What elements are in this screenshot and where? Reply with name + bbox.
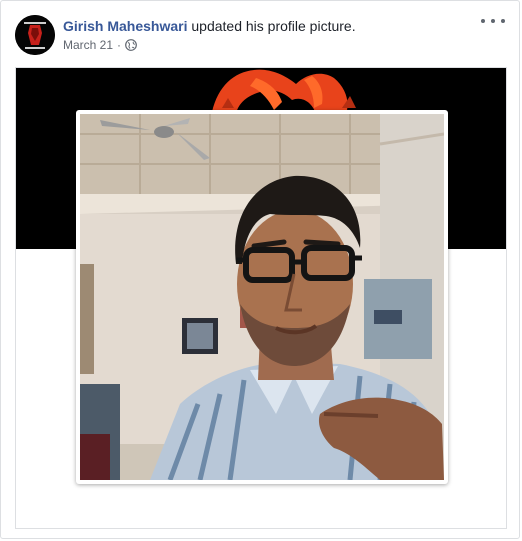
more-dot <box>481 19 485 23</box>
profile-photo <box>80 114 444 480</box>
post-action-text: updated his profile picture. <box>191 18 356 34</box>
more-dot <box>491 19 495 23</box>
author-name-link[interactable]: Girish Maheshwari <box>63 18 187 34</box>
more-options-icon[interactable] <box>481 13 505 29</box>
meta-separator: · <box>117 38 122 52</box>
profile-photo-image <box>80 114 444 480</box>
post-headline: Girish Maheshwari updated his profile pi… <box>63 17 356 35</box>
feed-post: Girish Maheshwari updated his profile pi… <box>0 0 520 539</box>
avatar-image <box>15 15 55 55</box>
profile-picture-frame <box>76 110 448 484</box>
more-dot <box>501 19 505 23</box>
post-meta: March 21 · <box>63 38 137 52</box>
globe-icon[interactable] <box>125 39 137 51</box>
post-date-link[interactable]: March 21 <box>63 38 113 52</box>
avatar[interactable] <box>15 15 55 55</box>
profile-picture-attachment[interactable] <box>15 67 507 529</box>
